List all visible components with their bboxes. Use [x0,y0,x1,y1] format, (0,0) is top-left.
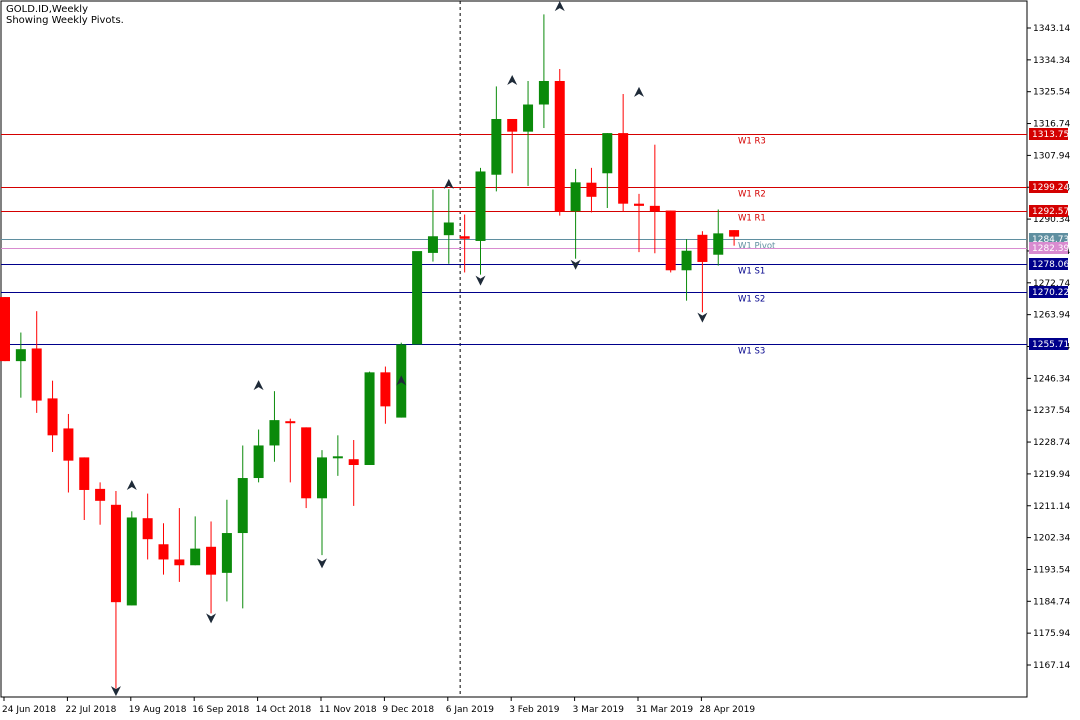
y-tick-label: 1219.94 [1033,470,1070,480]
pivot-price-tag-label: 1292.57 [1032,207,1069,217]
candle-body[interactable] [586,182,597,197]
pivot-price-tag-label: 1282.39 [1032,244,1069,254]
y-tick-label: 1343.14 [1033,24,1070,34]
candle-body[interactable] [348,459,359,465]
x-tick-label: 28 Apr 2019 [699,705,755,715]
plot-frame [0,0,1028,698]
candle-body[interactable] [158,544,169,560]
y-tick-label: 1307.94 [1033,151,1070,161]
candle-body[interactable] [142,518,153,540]
x-tick-label: 16 Sep 2018 [192,705,249,715]
y-tick-label: 1246.34 [1033,374,1070,384]
candle-body[interactable] [475,171,486,241]
fractal-down-arrow-icon [206,613,217,624]
pivot-price-tag-label: 1278.06 [1032,260,1069,270]
price-chart[interactable]: 1343.141334.341325.541316.741307.941299.… [0,0,1080,720]
candle-body[interactable] [649,205,660,212]
candle-body[interactable] [459,236,470,239]
x-tick-label: 19 Aug 2018 [129,705,187,715]
candle-body[interactable] [697,234,708,262]
x-tick-label: 3 Mar 2019 [573,705,625,715]
candle-body[interactable] [538,80,549,105]
candle-body[interactable] [364,372,375,465]
x-tick-label: 31 Mar 2019 [636,705,693,715]
candle-body[interactable] [332,456,343,459]
candle-body[interactable] [729,230,740,237]
x-tick-label: 6 Jan 2019 [446,705,494,715]
fractal-up-arrow-icon [507,74,518,85]
y-tick-label: 1237.54 [1033,406,1070,416]
y-tick-label: 1263.94 [1033,311,1070,321]
y-tick-label: 1184.74 [1033,597,1070,607]
fractal-up-arrow-icon [126,479,137,490]
candle-body[interactable] [380,372,391,407]
candle-body[interactable] [0,297,10,362]
pivot-level-name: W1 S3 [738,347,765,357]
candle-body[interactable] [681,250,692,271]
candle-body[interactable] [570,182,581,212]
candle-body[interactable] [301,427,312,499]
y-tick-label: 1175.94 [1033,629,1070,639]
x-tick-label: 24 Jun 2018 [2,705,56,715]
candle-body[interactable] [554,80,565,212]
candle-body[interactable] [317,457,327,499]
fractal-up-arrow-icon [634,86,644,97]
fractal-up-arrow-icon [554,1,565,12]
pivot-price-tag-label: 1313.75 [1032,130,1069,140]
candle-body[interactable] [618,133,629,204]
candle-body[interactable] [253,445,264,479]
candle-body[interactable] [634,203,644,206]
candle-body[interactable] [237,478,248,534]
x-tick-label: 11 Nov 2018 [319,705,377,715]
pivot-level-name: W1 S1 [738,267,765,277]
candle-body[interactable] [665,210,676,271]
pivot-price-tag-label: 1270.22 [1032,288,1069,298]
y-tick-label: 1325.54 [1033,88,1070,98]
x-tick-label: 14 Oct 2018 [256,705,312,715]
candle-body[interactable] [206,546,217,575]
candle-body[interactable] [602,133,613,174]
y-tick-label: 1334.34 [1033,56,1070,66]
pivot-level-name: W1 R2 [738,190,766,200]
candle-body[interactable] [507,118,518,132]
candle-body[interactable] [412,251,423,345]
candle-body[interactable] [31,348,42,401]
candle-body[interactable] [491,118,502,175]
pivot-level-name: W1 S2 [738,295,765,305]
fractal-down-arrow-icon [697,312,708,323]
candle-body[interactable] [221,533,232,573]
pivot-price-tag-label: 1299.24 [1032,183,1069,193]
candle-body[interactable] [63,428,74,461]
candle-body[interactable] [443,222,454,236]
fractal-up-arrow-icon [253,380,264,391]
candle-body[interactable] [523,104,534,132]
pivot-price-tag-label: 1255.71 [1032,340,1069,350]
candle-body[interactable] [427,236,438,253]
y-tick-label: 1202.34 [1033,534,1070,544]
fractal-down-arrow-icon [317,558,327,569]
y-tick-label: 1167.14 [1033,661,1070,671]
candle-body[interactable] [47,398,58,436]
candle-body[interactable] [79,457,90,490]
pivot-level-name: W1 R3 [738,137,766,147]
candle-body[interactable] [95,488,106,501]
candle-body[interactable] [174,559,185,566]
x-tick-label: 22 Jul 2018 [65,705,116,715]
candle-body[interactable] [285,421,296,424]
x-tick-label: 3 Feb 2019 [509,705,560,715]
y-tick-label: 1211.14 [1033,502,1070,512]
y-tick-label: 1193.54 [1033,565,1070,575]
candle-body[interactable] [269,420,280,446]
fractal-down-arrow-icon [475,275,486,286]
x-tick-label: 9 Dec 2018 [382,705,434,715]
candle-body[interactable] [126,517,137,606]
candle-body[interactable] [190,548,201,566]
pivot-level-name: W1 R1 [738,214,766,224]
candle-body[interactable] [110,504,121,603]
y-tick-label: 1228.74 [1033,438,1070,448]
candle-body[interactable] [15,349,26,362]
candle-body[interactable] [713,233,724,255]
pivot-level-name: W1 Pivot [738,242,776,252]
